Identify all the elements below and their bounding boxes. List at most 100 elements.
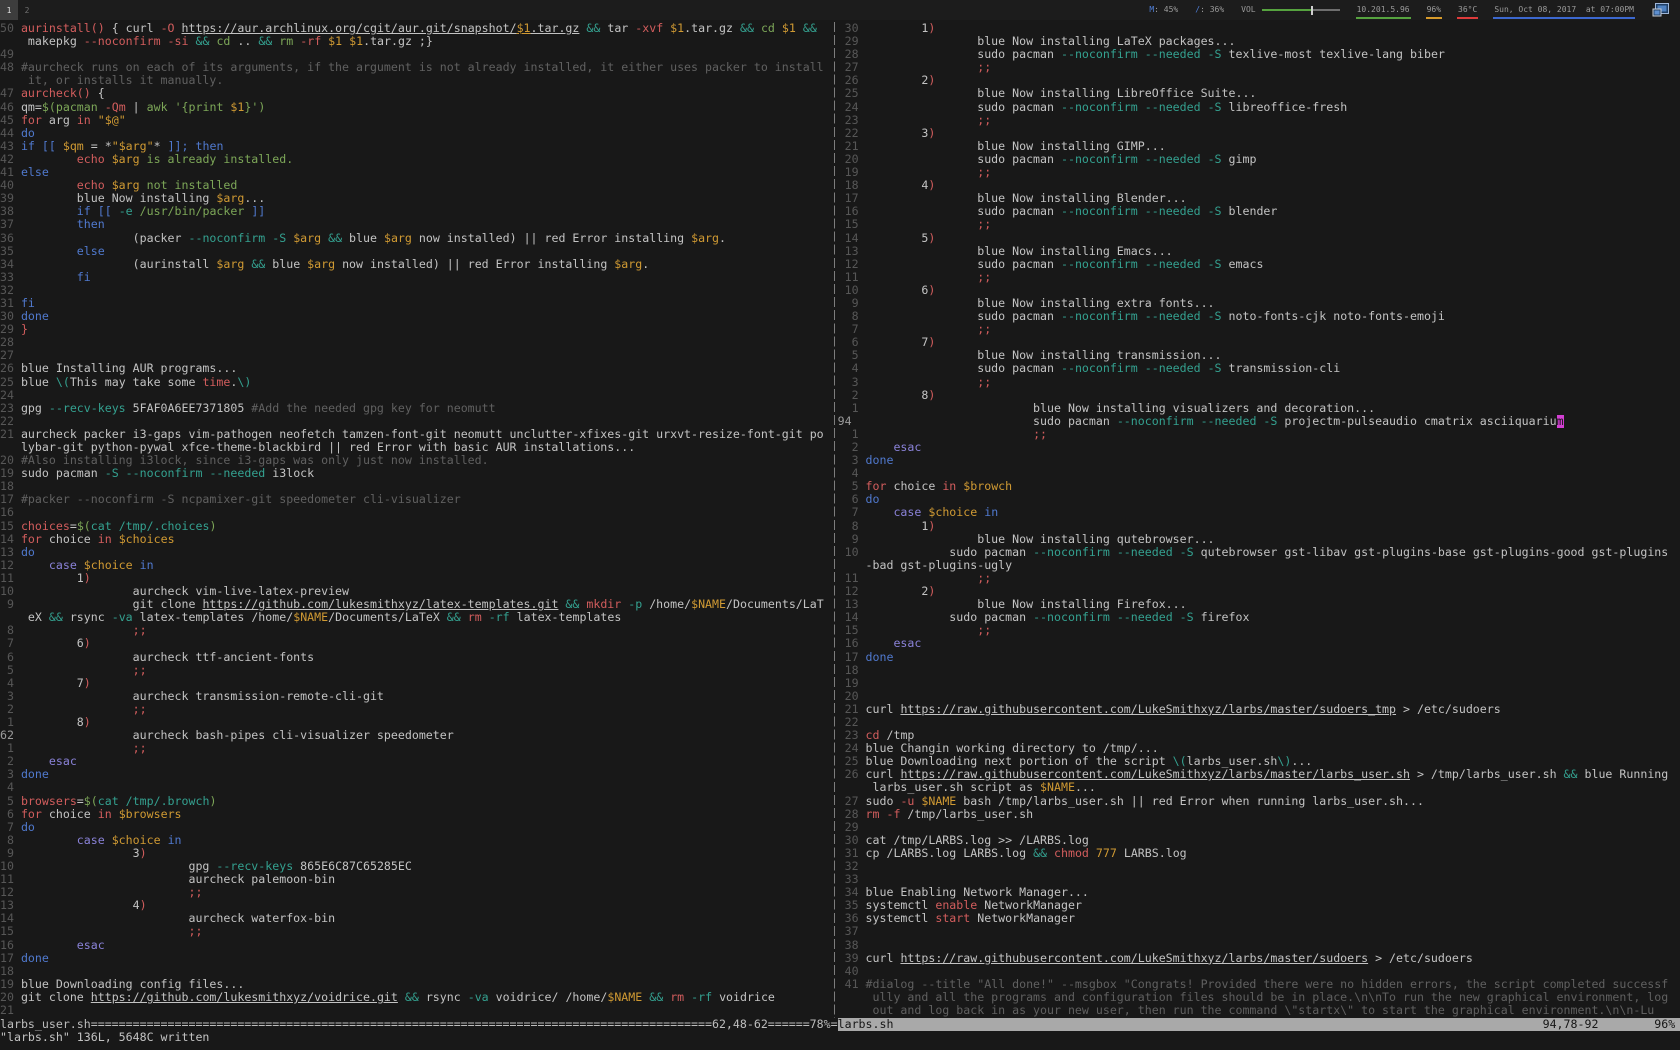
code-text: blue Now installing LibreOffice Suite... (866, 87, 1257, 100)
memory-indicator: M: 45% (1148, 0, 1179, 20)
line-number: 24 (838, 101, 866, 114)
code-line: 1 ;; (838, 428, 1680, 441)
line-number: 50 (0, 22, 21, 35)
code-text: 8) (866, 389, 936, 402)
code-line: 17 done (0, 952, 831, 965)
volume-slider[interactable] (1262, 0, 1340, 20)
code-text: for arg in "$@" (21, 114, 126, 127)
line-number: 39 (0, 192, 21, 205)
code-line: 21 aurcheck packer i3-gaps vim-pathogen … (0, 428, 831, 441)
line-number: 4 (838, 362, 866, 375)
code-line: 12 sudo pacman --noconfirm --needed -S e… (838, 258, 1680, 271)
statusline-active-larbs-sh: larbs.sh 94,78-92 96% (838, 1018, 1680, 1031)
code-text: aurcheck packer i3-gaps vim-pathogen neo… (21, 428, 824, 441)
line-number: 23 (838, 114, 866, 127)
editor-pane-larbs-user-sh[interactable]: 50 aurinstall() { curl -O https://aur.ar… (0, 22, 831, 1018)
code-line: 5 browsers=$(cat /tmp/.browch) (0, 795, 831, 808)
network-ip-underline (1356, 17, 1411, 19)
code-text: sudo pacman --noconfirm --needed -S qute… (866, 546, 1669, 559)
code-text: ;; (866, 61, 992, 74)
code-line: 47 aurcheck() { (0, 87, 831, 100)
code-line: 48 #aurcheck runs on each of its argumen… (0, 61, 831, 74)
code-text: sudo pacman --noconfirm --needed -S proj… (866, 415, 1564, 428)
code-text: aurcheck transmission-remote-cli-git (21, 690, 384, 703)
code-line: 7 6) (0, 637, 831, 650)
line-number: 13 (0, 899, 21, 912)
code-line: 28 sudo pacman --noconfirm --needed -S t… (838, 48, 1680, 61)
line-number: 11 (838, 572, 866, 585)
code-line: 26 blue Installing AUR programs... (0, 362, 831, 375)
code-line: 4 sudo pacman --noconfirm --needed -S tr… (838, 362, 1680, 375)
line-number: 48 (0, 61, 21, 74)
code-text: blue Now installing Emacs... (866, 245, 1173, 258)
code-line: 30 1) (838, 22, 1680, 35)
code-text: ;; (21, 703, 147, 716)
line-number: 20 (0, 991, 21, 1004)
code-text: sudo pacman --noconfirm --needed -S noto… (866, 310, 1445, 323)
code-line: 3 done (838, 454, 1680, 467)
line-number: 47 (0, 87, 21, 100)
code-line: 17 #packer --noconfirm -S ncpamixer-git … (0, 493, 831, 506)
temperature-indicator: 36°C (1457, 0, 1478, 20)
code-text: blue Now installing LaTeX packages... (866, 35, 1236, 48)
code-text: larbs_user.sh script as $NAME... (866, 781, 1096, 794)
code-line: 10 6) (838, 284, 1680, 297)
code-text: sudo pacman --noconfirm --needed -S texl… (866, 48, 1445, 61)
code-text: esac (21, 755, 77, 768)
line-number: 3 (0, 768, 21, 781)
line-number: 38 (838, 939, 866, 952)
line-number: 13 (838, 245, 866, 258)
code-line: 32 (838, 860, 1680, 873)
code-text: ;; (866, 218, 992, 231)
code-line: 2 esac (0, 755, 831, 768)
code-line: 18 (0, 965, 831, 978)
code-line: 44 do (0, 127, 831, 140)
code-text: ;; (866, 572, 992, 585)
code-line: 21 blue Now installing GIMP... (838, 140, 1680, 153)
line-number: 16 (838, 205, 866, 218)
line-number: 18 (838, 664, 866, 677)
code-text: systemctl enable NetworkManager (866, 899, 1082, 912)
line-number: 2 (838, 389, 866, 402)
code-text: blue Now installing GIMP... (866, 140, 1166, 153)
code-text: blue Now installing qutebrowser... (866, 533, 1215, 546)
code-text: aurcheck palemoon-bin (21, 873, 335, 886)
line-number: 30 (838, 22, 866, 35)
code-text: ;; (21, 624, 147, 637)
vim-vertical-separator[interactable] (834, 22, 835, 1018)
code-text: 6) (21, 637, 91, 650)
code-line: 35 systemctl enable NetworkManager (838, 899, 1680, 912)
line-number: 22 (838, 127, 866, 140)
code-line: 62 aurcheck bash-pipes cli-visualizer sp… (0, 729, 831, 742)
code-line: 11 ;; (838, 572, 1680, 585)
line-number: 30 (838, 834, 866, 847)
line-number: 3 (838, 454, 866, 467)
code-line: 7 ;; (838, 323, 1680, 336)
code-line: 2 esac (838, 441, 1680, 454)
code-line: 20 git clone https://github.com/lukesmit… (0, 991, 831, 1004)
workspace-tag-2[interactable]: 2 (18, 0, 36, 20)
battery-indicator: 96% (1426, 0, 1442, 20)
code-text: lybar-git python-pywal xfce-theme-blackb… (21, 441, 635, 454)
code-text: blue Now installing $arg... (21, 192, 265, 205)
line-number: 7 (0, 821, 21, 834)
code-text: fi (21, 297, 35, 310)
volume-slider-fill (1262, 9, 1311, 11)
code-text: blue Installing AUR programs... (21, 362, 237, 375)
code-line: 16 esac (838, 637, 1680, 650)
code-text: for choice in $choices (21, 533, 175, 546)
line-number: 22 (0, 415, 21, 428)
workspace-tag-1[interactable]: 1 (0, 0, 18, 20)
line-number: 17 (0, 952, 21, 965)
code-line: 23 ;; (838, 114, 1680, 127)
line-number: 10 (838, 284, 866, 297)
code-line: 3 ;; (838, 376, 1680, 389)
editor-pane-larbs-sh[interactable]: 30 1) 29 blue Now installing LaTeX packa… (838, 22, 1680, 1018)
code-line: 33 (838, 873, 1680, 886)
line-number: 21 (0, 428, 21, 441)
clock-underline (1493, 17, 1635, 19)
line-number: 25 (838, 87, 866, 100)
code-line: 31 fi (0, 297, 831, 310)
network-tray-icon[interactable] (1652, 2, 1670, 18)
code-line: 8 ;; (0, 624, 831, 637)
